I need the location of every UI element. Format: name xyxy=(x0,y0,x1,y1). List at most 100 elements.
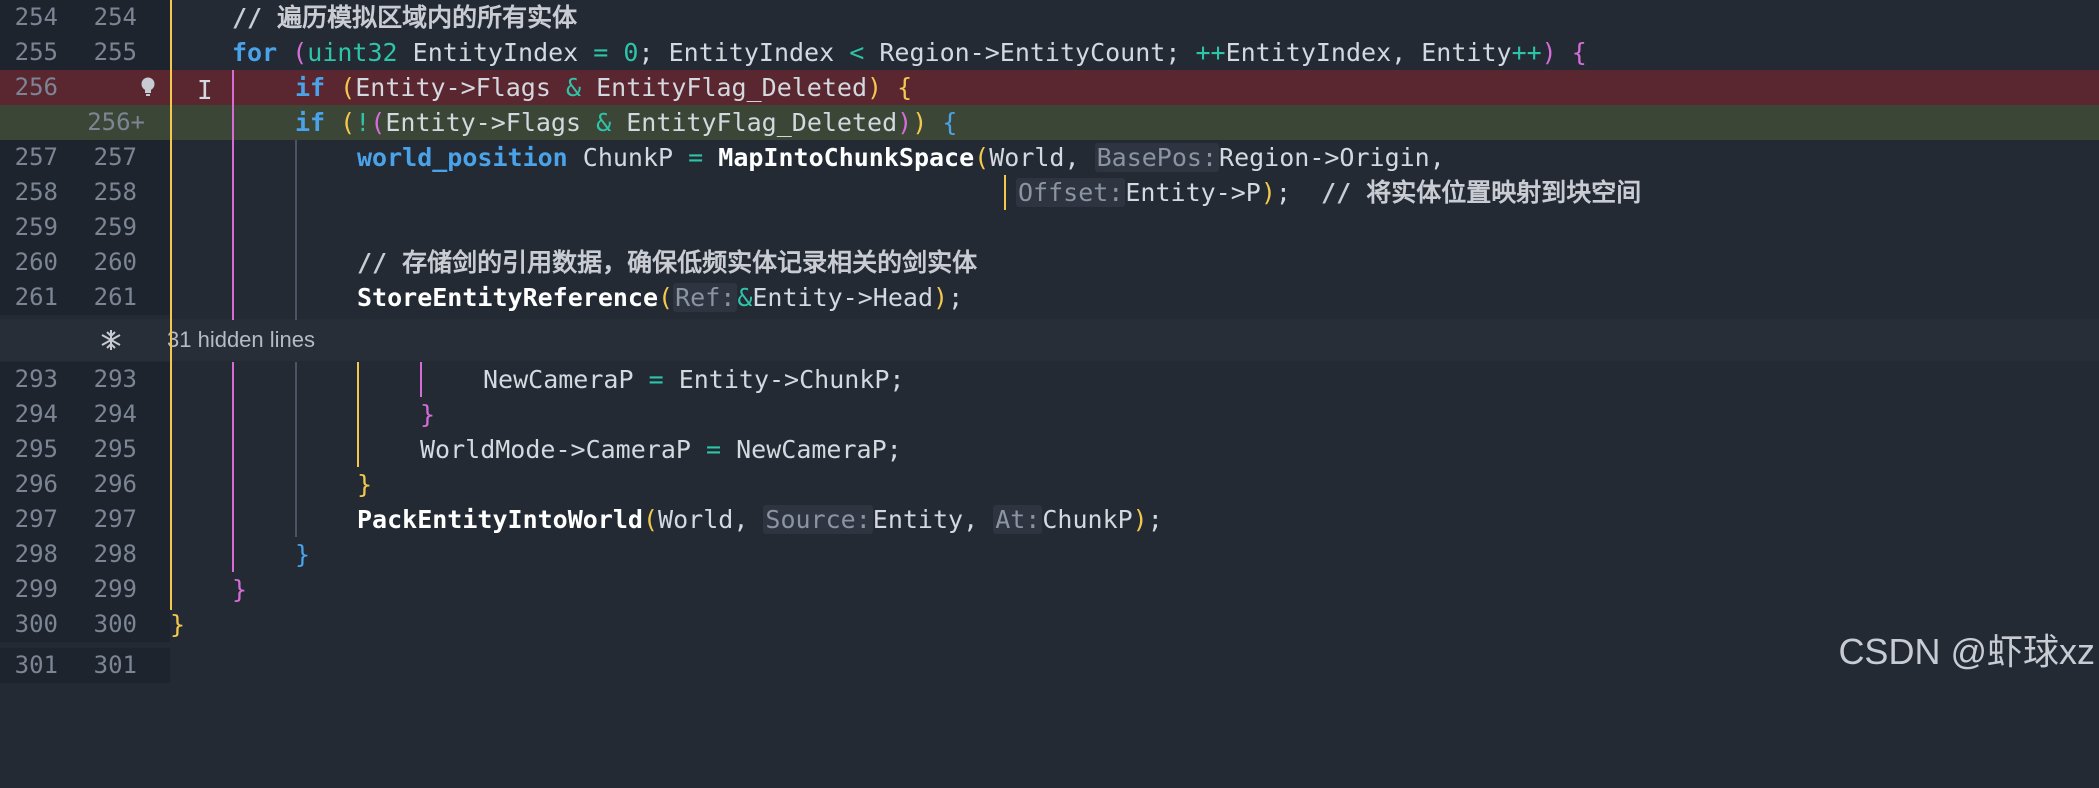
new-line-number: 261 xyxy=(93,283,137,311)
code-line-299: 299 299 } xyxy=(0,572,2099,607)
identifier: Region->Origin xyxy=(1219,143,1430,172)
old-line-number: 260 xyxy=(14,248,58,276)
new-line-number: 260 xyxy=(93,248,137,276)
operator: = xyxy=(593,38,609,67)
code-text: PackEntityIntoWorld(World, Source:Entity… xyxy=(357,505,1163,534)
code-line-296: 296 296 } xyxy=(0,467,2099,502)
param-hint: Ref: xyxy=(673,283,738,312)
operator: & xyxy=(596,108,612,137)
watermark: CSDN @虾球xz xyxy=(1838,631,2095,672)
identifier: Region->EntityCount xyxy=(879,38,1166,67)
identifier: Entity->Flags xyxy=(355,73,551,102)
unfold-icon[interactable] xyxy=(100,329,122,351)
indent-guide xyxy=(170,0,172,610)
old-line-number: 257 xyxy=(14,143,58,171)
new-line-number: 259 xyxy=(93,213,137,241)
code-text: WorldMode->CameraP = NewCameraP; xyxy=(420,435,902,464)
code-line-258: 258 258 Offset:Entity->P); // 将实体位置映射到块空… xyxy=(0,175,2099,210)
param-hint: Offset: xyxy=(1016,178,1126,207)
old-line-number: 255 xyxy=(14,38,58,66)
code-text: } xyxy=(357,470,373,499)
new-line-number: 296 xyxy=(93,470,137,498)
code-line-298: 298 298 } xyxy=(0,537,2099,572)
code-line-256-added: 256+ if (!(Entity->Flags & EntityFlag_De… xyxy=(0,105,2099,140)
code-line-257: 257 257 world_position ChunkP = MapIntoC… xyxy=(0,140,2099,175)
param-hint: BasePos: xyxy=(1094,143,1220,172)
code-line-256-deleted: 256 I if (Entity->Flags & EntityFlag_Del… xyxy=(0,70,2099,106)
code-line-261: 261 261 StoreEntityReference(Ref:&Entity… xyxy=(0,280,2099,315)
code-text: } xyxy=(170,610,186,639)
indent-guide xyxy=(1004,175,1006,210)
function-name: StoreEntityReference xyxy=(357,283,659,312)
new-line-number: 298 xyxy=(93,540,137,568)
keyword: for xyxy=(232,38,278,67)
code-text: } xyxy=(295,540,311,569)
new-line-number: 256+ xyxy=(87,108,145,136)
code-text: } xyxy=(232,575,248,604)
hidden-lines-bar[interactable]: 31 hidden lines xyxy=(0,319,2099,361)
operator: & xyxy=(565,73,582,102)
keyword: if xyxy=(295,73,326,102)
type-name: uint32 xyxy=(307,38,398,67)
operator: & xyxy=(737,283,753,312)
old-line-number: 258 xyxy=(14,178,58,206)
hidden-lines-label[interactable]: 31 hidden lines xyxy=(167,319,315,361)
new-line-number: 293 xyxy=(93,365,137,393)
new-line-number: 258 xyxy=(93,178,137,206)
old-line-number: 299 xyxy=(14,575,58,603)
new-line-number: 301 xyxy=(93,651,137,679)
operator: ++ xyxy=(1195,38,1226,67)
code-line-297: 297 297 PackEntityIntoWorld(World, Sourc… xyxy=(0,502,2099,537)
code-text: for (uint32 EntityIndex = 0; EntityIndex… xyxy=(232,38,1587,67)
indent-guide xyxy=(232,362,234,572)
old-line-number: 259 xyxy=(14,213,58,241)
old-line-number: 294 xyxy=(14,400,58,428)
number: 0 xyxy=(623,38,639,67)
identifier: Entity->Head xyxy=(752,283,933,312)
identifier: EntityIndex xyxy=(668,38,835,67)
identifier: Entity xyxy=(872,505,964,534)
old-line-number: 298 xyxy=(14,540,58,568)
code-comment: // 将实体位置映射到块空间 xyxy=(1321,178,1642,207)
old-line-number: 297 xyxy=(14,505,58,533)
code-line-255: 255 255 for (uint32 EntityIndex = 0; Ent… xyxy=(0,35,2099,70)
indent-guide xyxy=(232,70,234,320)
code-comment: // 存储剑的引用数据，确保低频实体记录相关的剑实体 xyxy=(357,248,978,277)
code-line-259: 259 259 xyxy=(0,210,2099,245)
new-line-number: 297 xyxy=(93,505,137,533)
keyword: if xyxy=(295,108,326,137)
code-text: Offset:Entity->P); // 将实体位置映射到块空间 xyxy=(1016,178,1642,207)
operator: ! xyxy=(355,108,371,137)
identifier: Entity->P xyxy=(1125,178,1261,207)
old-line-number: 296 xyxy=(14,470,58,498)
lightbulb-icon[interactable] xyxy=(140,76,156,98)
code-line-294: 294 294 } xyxy=(0,397,2099,432)
identifier: World xyxy=(658,505,734,534)
old-line-number: 254 xyxy=(14,3,58,31)
code-text: world_position ChunkP = MapIntoChunkSpac… xyxy=(357,143,1445,172)
operator: = xyxy=(688,143,704,172)
indent-guide xyxy=(295,362,297,537)
identifier: Entity->Flags xyxy=(385,108,582,137)
code-text: if (!(Entity->Flags & EntityFlag_Deleted… xyxy=(295,108,958,137)
indent-guide xyxy=(420,362,422,397)
old-line-number: 256 xyxy=(14,73,58,101)
new-line-number: 254 xyxy=(93,3,137,31)
identifier: EntityIndex xyxy=(1225,38,1392,67)
code-text: StoreEntityReference(Ref:&Entity->Head); xyxy=(357,283,964,312)
operator: ++ xyxy=(1511,38,1542,67)
identifier: World xyxy=(989,143,1065,172)
code-line-260: 260 260 // 存储剑的引用数据，确保低频实体记录相关的剑实体 xyxy=(0,245,2099,280)
identifier: WorldMode->CameraP xyxy=(420,435,691,464)
operator: < xyxy=(849,38,865,67)
new-line-number: 300 xyxy=(93,610,137,638)
identifier: ChunkP xyxy=(582,143,674,172)
old-line-number: 261 xyxy=(14,283,58,311)
identifier: NewCameraP xyxy=(483,365,634,394)
new-line-number: 255 xyxy=(93,38,137,66)
new-line-number: 295 xyxy=(93,435,137,463)
param-hint: At: xyxy=(993,505,1043,534)
identifier: EntityIndex xyxy=(412,38,579,67)
text-cursor-icon: I xyxy=(197,76,213,106)
code-line-254: 254 254 // 遍历模拟区域内的所有实体 xyxy=(0,0,2099,35)
